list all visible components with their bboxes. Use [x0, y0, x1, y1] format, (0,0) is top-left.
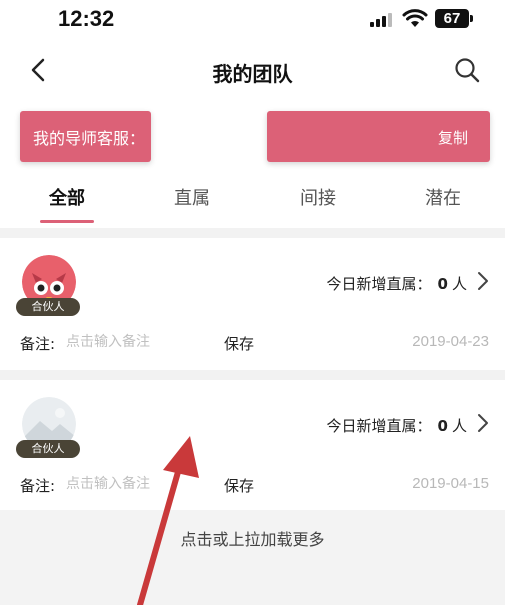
join-date: 2019-04-23 [412, 333, 489, 350]
nav-bar: 我的团队 [0, 48, 505, 92]
page-title: 我的团队 [212, 62, 293, 86]
member-card[interactable]: 合伙人 今日新增直属： 0人 备注: 保存 2019-04-23 [0, 238, 505, 378]
chevron-right-icon[interactable] [475, 271, 491, 291]
remark-input[interactable] [66, 473, 216, 495]
new-direct-today: 今日新增直属： 0 人 [327, 415, 467, 436]
divider [0, 228, 505, 238]
tab-indirect[interactable]: 间接 [255, 184, 381, 210]
partner-badge: 合伙人 [16, 298, 80, 316]
save-button[interactable]: 保存 [224, 475, 254, 496]
active-tab-indicator [40, 220, 94, 223]
tab-bar: 全部 直属 间接 潜在 [0, 178, 505, 223]
load-more-area[interactable]: 点击或上拉加载更多 [0, 510, 505, 605]
tab-direct[interactable]: 直属 [129, 184, 255, 210]
wifi-icon [402, 9, 428, 27]
stat-label: 今日新增直属： [326, 275, 432, 293]
remark-label: 备注: [20, 335, 56, 353]
copy-button[interactable]: 复制 [267, 111, 490, 162]
battery-icon: 67 [435, 9, 473, 28]
stat-value: 0 [437, 275, 448, 293]
search-icon[interactable] [453, 56, 481, 84]
status-bar: 12:32 67 [0, 0, 505, 40]
member-card[interactable]: 合伙人 今日新增直属： 0人 备注: 保存 2019-04-15 [0, 380, 505, 520]
remark-label: 备注: [20, 477, 56, 495]
tab-potential[interactable]: 潜在 [380, 184, 505, 210]
stat-unit: 人 [451, 417, 467, 435]
mentor-service-label-box: 我的导师客服： [20, 111, 151, 162]
join-date: 2019-04-15 [412, 475, 489, 492]
partner-badge: 合伙人 [16, 440, 80, 458]
tab-all[interactable]: 全部 [4, 184, 130, 210]
chevron-right-icon[interactable] [475, 413, 491, 433]
battery-level: 67 [443, 10, 461, 27]
signal-icon [370, 13, 394, 27]
new-direct-today: 今日新增直属： 0 人 [327, 273, 467, 294]
stat-value: 0 [437, 417, 448, 435]
status-time: 12:32 [58, 6, 115, 31]
load-more-text: 点击或上拉加载更多 [180, 530, 325, 549]
stat-unit: 人 [451, 275, 467, 293]
stat-label: 今日新增直属： [326, 417, 432, 435]
remark-input[interactable] [66, 331, 216, 353]
copy-button-label: 复制 [437, 129, 468, 147]
save-button[interactable]: 保存 [224, 333, 254, 354]
mentor-service-label: 我的导师客服： [33, 129, 146, 148]
